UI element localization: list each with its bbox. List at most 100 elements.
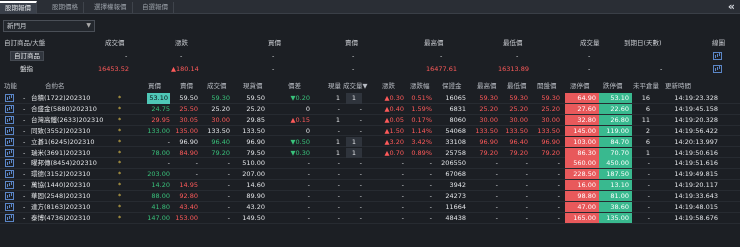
table-row[interactable]: - 立碁1(6245)202310 * -96.90 96.40 96.90 ▼0.50 1 1… bbox=[0, 136, 740, 148]
summary-row-custom[interactable]: 自訂商品 - - - - - - - bbox=[0, 51, 740, 62]
contract-name[interactable]: 萬協(1440)202310 bbox=[31, 180, 90, 191]
col-margin[interactable]: 保證金 bbox=[442, 80, 462, 92]
col-open[interactable]: 開盤價 bbox=[537, 80, 557, 92]
contract-name[interactable]: 環德(3152)202310 bbox=[31, 169, 90, 180]
cell-bid: 53.10 bbox=[147, 93, 170, 104]
contract-name[interactable]: 瑞米(3691)202310 bbox=[31, 148, 90, 159]
col-limit-up[interactable]: 漲停價 bbox=[570, 80, 590, 92]
col-spread[interactable]: 價差 bbox=[288, 80, 301, 92]
col-volume[interactable]: 成交量▼ bbox=[343, 80, 368, 92]
row-collapse-marker[interactable]: - bbox=[23, 169, 25, 180]
cell-oi: 6 bbox=[645, 137, 650, 146]
cell-limit-up: 27.60 bbox=[565, 103, 599, 114]
cell-cur: - bbox=[337, 170, 340, 179]
custom-high: - bbox=[440, 52, 443, 60]
row-collapse-marker[interactable]: - bbox=[23, 137, 25, 148]
cell-open: - bbox=[557, 181, 560, 190]
chart-icon[interactable] bbox=[5, 203, 14, 211]
chart-icon[interactable] bbox=[5, 159, 14, 168]
row-collapse-marker[interactable]: - bbox=[23, 202, 25, 213]
table-row[interactable]: - 泰博(4736)202310 * 147.00 153.00-149.50- - - - -… bbox=[0, 212, 740, 224]
contract-name[interactable]: 華固(2548)202310 bbox=[31, 191, 90, 202]
table-row[interactable]: - 台積(1722)202310 * 53.10 59.50 59.30 59.50 ▼0.2… bbox=[0, 93, 740, 104]
col-high[interactable]: 最高價 bbox=[477, 80, 497, 92]
contract-name[interactable]: 合盛金(5880)202310 bbox=[31, 104, 97, 115]
contract-name[interactable]: 達方(8163)202310 bbox=[31, 202, 90, 213]
contract-name[interactable]: 同致(3552)202310 bbox=[31, 126, 90, 137]
row-collapse-marker[interactable]: - bbox=[23, 191, 25, 202]
tab-options-quote[interactable]: 選擇權報價 bbox=[89, 2, 133, 13]
cell-chg: ▲3.20 bbox=[384, 137, 404, 146]
table-row[interactable]: - 華固(2548)202310 * 88.00 92.80-89.90- - - - -242… bbox=[0, 191, 740, 202]
collapse-double-left-icon[interactable]: « bbox=[728, 0, 735, 14]
table-row[interactable]: - 瑞米(3691)202310 * 78.00 84.90 79.20 79.50 ▼0.3… bbox=[0, 147, 740, 159]
contract-name[interactable]: 立碁1(6245)202310 bbox=[31, 137, 95, 148]
cell-bid: 203.00 bbox=[147, 170, 170, 179]
summary-row-index[interactable]: 盤指 16453.52 ▲180.14 - - 16477.61 16313.8… bbox=[0, 64, 740, 75]
chart-icon[interactable] bbox=[713, 52, 722, 60]
cell-low: - bbox=[525, 203, 528, 211]
table-row[interactable]: - 環德(3152)202310 * 203.00- -207.00- - - - -67068… bbox=[0, 169, 740, 181]
col-open-interest[interactable]: 未平倉量 bbox=[633, 80, 659, 92]
index-name: 盤指 bbox=[20, 65, 33, 73]
row-collapse-marker[interactable]: - bbox=[23, 148, 25, 159]
chart-icon[interactable] bbox=[5, 170, 14, 179]
table-row[interactable]: - 達方(8163)202310 * 41.80 43.40-43.20- - - - -116… bbox=[0, 202, 740, 213]
row-collapse-marker[interactable]: - bbox=[23, 104, 25, 115]
tab-stock-futures-quote[interactable]: 股期報價 bbox=[0, 1, 37, 14]
contract-name[interactable]: 泰博(4736)202310 bbox=[31, 213, 90, 224]
row-collapse-marker[interactable]: - bbox=[23, 180, 25, 191]
cell-high: - bbox=[495, 181, 498, 190]
table-row[interactable]: - 萬協(1440)202310 * 14.20 14.95-14.60- - - - -394… bbox=[0, 180, 740, 191]
table-row[interactable]: - 同致(3552)202310 * 133.00 135.00 133.50 133.50… bbox=[0, 125, 740, 137]
chart-icon[interactable] bbox=[5, 94, 14, 102]
cell-limit-down: 13.10 bbox=[599, 180, 632, 191]
cell-low: - bbox=[525, 192, 528, 201]
cell-last: - bbox=[227, 181, 230, 190]
chart-icon[interactable] bbox=[713, 65, 722, 73]
chart-icon[interactable] bbox=[5, 213, 14, 222]
col-pct[interactable]: 漲跌幅 bbox=[410, 80, 430, 92]
col-chg[interactable]: 漲跌 bbox=[382, 80, 395, 92]
row-collapse-marker[interactable]: - bbox=[23, 158, 25, 169]
col-limit-down[interactable]: 跌停價 bbox=[603, 80, 623, 92]
col-low[interactable]: 最低價 bbox=[507, 80, 527, 92]
cell-chg: ▲0.40 bbox=[384, 104, 404, 113]
cell-time: 14:19:50.616 bbox=[674, 148, 718, 157]
cell-cur: 1 bbox=[335, 148, 340, 157]
table-row[interactable]: - 合盛金(5880)202310 * 24.75 25.50 25.20 25.20 0- -… bbox=[0, 103, 740, 115]
col-ask[interactable]: 賣價 bbox=[180, 80, 193, 92]
contract-name[interactable]: 曜邦傳(8454)202310 bbox=[31, 158, 97, 169]
col-bid[interactable]: 買價 bbox=[148, 80, 161, 92]
tab-watchlist-quote[interactable]: 自選報價 bbox=[137, 2, 174, 13]
chart-icon[interactable] bbox=[5, 115, 14, 124]
chart-icon[interactable] bbox=[5, 181, 14, 190]
custom-product-button[interactable]: 自訂商品 bbox=[10, 51, 44, 61]
chart-icon[interactable] bbox=[5, 137, 14, 146]
row-collapse-marker[interactable]: - bbox=[23, 93, 25, 104]
tab-stock-futures-price[interactable]: 股期價格 bbox=[47, 2, 84, 13]
cell-last: 79.20 bbox=[211, 148, 230, 157]
cell-limit-up: 64.90 bbox=[565, 93, 599, 103]
table-row[interactable]: - 台灣高鐵(2633)202310 * 29.95 30.05 30.00 29.85 ▲0… bbox=[0, 114, 740, 126]
chart-icon[interactable] bbox=[5, 104, 14, 113]
chart-icon[interactable] bbox=[5, 126, 14, 135]
cell-margin: 33108 bbox=[445, 137, 466, 146]
chart-icon[interactable] bbox=[5, 148, 14, 157]
contract-name[interactable]: 台灣高鐵(2633)202310 bbox=[31, 115, 103, 126]
contract-name[interactable]: 台積(1722)202310 bbox=[31, 93, 90, 104]
chart-icon[interactable] bbox=[5, 192, 14, 201]
cell-high: 79.20 bbox=[479, 148, 498, 157]
col-last[interactable]: 成交價 bbox=[207, 80, 227, 92]
row-collapse-marker[interactable]: - bbox=[23, 115, 25, 126]
col-update-time[interactable]: 更新時間 bbox=[665, 80, 691, 92]
col-contract[interactable]: 合約名 bbox=[45, 80, 65, 92]
month-select[interactable]: 新門月 ▼ bbox=[3, 20, 95, 32]
row-collapse-marker[interactable]: - bbox=[23, 126, 25, 137]
table-row[interactable]: - 曜邦傳(8454)202310 * - - -510.00- - - - -206550- - -… bbox=[0, 158, 740, 170]
col-cur-qty[interactable]: 現量 bbox=[328, 80, 341, 92]
col-spot[interactable]: 現貨價 bbox=[243, 80, 263, 92]
cell-limit-down: 38.60 bbox=[599, 202, 632, 212]
row-collapse-marker[interactable]: - bbox=[23, 213, 25, 224]
cell-ask: 25.50 bbox=[179, 104, 198, 113]
